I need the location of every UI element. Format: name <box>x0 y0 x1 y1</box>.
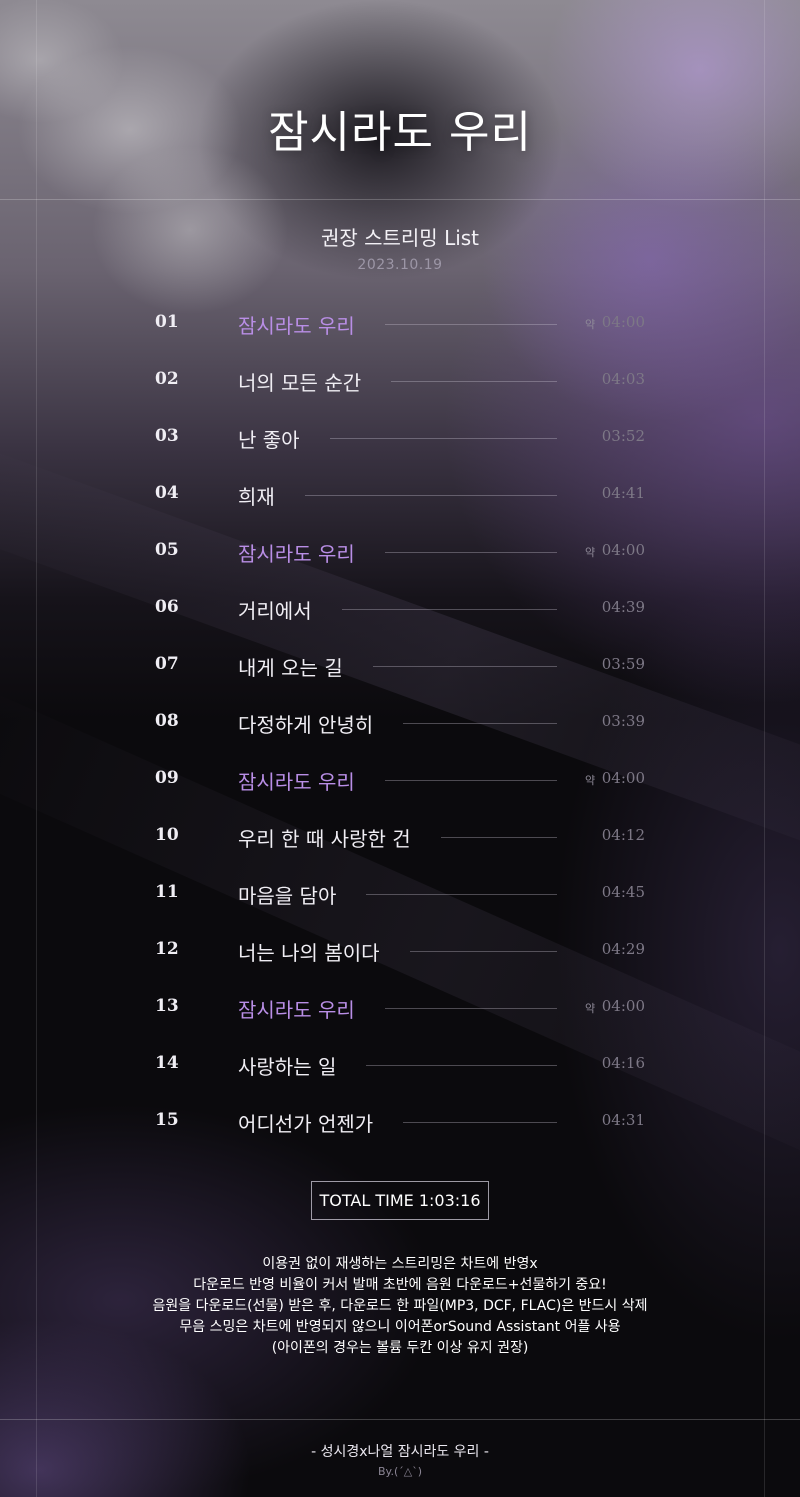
track-row: 07 내게 오는 길 03:59 <box>0 642 800 690</box>
track-row: 06 거리에서 04:39 <box>0 585 800 633</box>
frame-divider-top <box>0 199 800 200</box>
track-duration: 04:31 <box>601 1111 645 1129</box>
track-row: 01 잠시라도 우리 약 04:00 <box>0 300 800 348</box>
track-duration: 04:00 <box>601 313 645 331</box>
track-duration: 04:00 <box>601 541 645 559</box>
page-title: 잠시라도 우리 <box>268 107 532 158</box>
track-title: 희재 <box>238 485 275 509</box>
track-leader-line <box>385 780 557 781</box>
note-line: 다운로드 반영 비율이 커서 발매 초반에 음원 다운로드+선물하기 중요! <box>193 1277 607 1293</box>
track-title: 마음을 담아 <box>238 884 337 908</box>
track-number: 15 <box>155 1110 179 1130</box>
track-leader-line <box>305 495 557 496</box>
track-leader-line <box>366 894 557 895</box>
track-leader-line <box>366 1065 557 1066</box>
track-leader-line <box>403 723 557 724</box>
total-time-box: TOTAL TIME 1:03:16 <box>311 1181 489 1220</box>
track-row: 12 너는 나의 봄이다 04:29 <box>0 927 800 975</box>
note-line: 음원을 다운로드(선물) 받은 후, 다운로드 한 파일(MP3, DCF, F… <box>152 1298 648 1314</box>
track-number: 03 <box>155 426 179 446</box>
track-leader-line <box>410 951 557 952</box>
note-line: 무음 스밍은 차트에 반영되지 않으니 이어폰orSound Assistant… <box>179 1319 621 1335</box>
track-row: 08 다정하게 안녕히 03:39 <box>0 699 800 747</box>
track-title: 잠시라도 우리 <box>238 770 355 794</box>
playlist-date: 2023.10.19 <box>357 257 443 273</box>
track-duration: 03:39 <box>601 712 645 730</box>
track-title: 내게 오는 길 <box>238 656 343 680</box>
track-approx-label: 약 <box>585 546 596 559</box>
track-number: 01 <box>155 312 179 332</box>
track-row: 02 너의 모든 순간 04:03 <box>0 357 800 405</box>
track-duration: 04:00 <box>601 769 645 787</box>
track-title: 난 좋아 <box>238 428 300 452</box>
track-leader-line <box>385 552 557 553</box>
track-row: 11 마음을 담아 04:45 <box>0 870 800 918</box>
track-leader-line <box>391 381 557 382</box>
track-leader-line <box>403 1122 557 1123</box>
track-title: 너는 나의 봄이다 <box>238 941 380 965</box>
track-row: 13 잠시라도 우리 약 04:00 <box>0 984 800 1032</box>
track-number: 12 <box>155 939 179 959</box>
track-leader-line <box>330 438 557 439</box>
note-line: 이용권 없이 재생하는 스트리밍은 차트에 반영x <box>262 1256 538 1272</box>
track-duration: 03:52 <box>601 427 645 445</box>
track-duration: 04:41 <box>601 484 645 502</box>
track-title: 사랑하는 일 <box>238 1055 337 1079</box>
track-number: 09 <box>155 768 179 788</box>
track-duration: 04:03 <box>601 370 645 388</box>
playlist-subtitle: 권장 스트리밍 List <box>320 226 480 250</box>
track-title: 다정하게 안녕히 <box>238 713 374 737</box>
track-row: 03 난 좋아 03:52 <box>0 414 800 462</box>
track-number: 06 <box>155 597 179 617</box>
track-title: 거리에서 <box>238 599 312 623</box>
track-number: 08 <box>155 711 179 731</box>
note-line: (아이폰의 경우는 볼륨 두칸 이상 유지 권장) <box>271 1340 529 1356</box>
footer-divider <box>0 1419 800 1420</box>
track-duration: 04:12 <box>601 826 645 844</box>
track-duration: 04:16 <box>601 1054 645 1072</box>
track-number: 05 <box>155 540 179 560</box>
footer-credit: - 성시경x나얼 잠시라도 우리 - <box>311 1444 489 1460</box>
track-row: 10 우리 한 때 사랑한 건 04:12 <box>0 813 800 861</box>
track-number: 10 <box>155 825 179 845</box>
track-leader-line <box>373 666 557 667</box>
track-leader-line <box>385 324 557 325</box>
track-approx-label: 약 <box>585 774 596 787</box>
track-number: 11 <box>155 882 179 902</box>
track-leader-line <box>385 1008 557 1009</box>
streaming-notes: 이용권 없이 재생하는 스트리밍은 차트에 반영x 다운로드 반영 비율이 커서 … <box>0 1254 800 1359</box>
track-number: 13 <box>155 996 179 1016</box>
track-title: 잠시라도 우리 <box>238 998 355 1022</box>
track-row: 09 잠시라도 우리 약 04:00 <box>0 756 800 804</box>
footer-author: By.(´△`) <box>377 1465 423 1478</box>
track-title: 잠시라도 우리 <box>238 314 355 338</box>
track-title: 우리 한 때 사랑한 건 <box>238 827 411 851</box>
track-row: 04 희재 04:41 <box>0 471 800 519</box>
track-leader-line <box>342 609 557 610</box>
track-approx-label: 약 <box>585 318 596 331</box>
track-duration: 04:00 <box>601 997 645 1015</box>
track-approx-label: 약 <box>585 1002 596 1015</box>
track-number: 14 <box>155 1053 179 1073</box>
track-number: 04 <box>155 483 179 503</box>
track-duration: 04:29 <box>601 940 645 958</box>
track-row: 14 사랑하는 일 04:16 <box>0 1041 800 1089</box>
track-duration: 04:39 <box>601 598 645 616</box>
track-leader-line <box>441 837 557 838</box>
track-title: 너의 모든 순간 <box>238 371 362 395</box>
track-number: 02 <box>155 369 179 389</box>
track-duration: 04:45 <box>601 883 645 901</box>
track-duration: 03:59 <box>601 655 645 673</box>
track-row: 05 잠시라도 우리 약 04:00 <box>0 528 800 576</box>
track-row: 15 어디선가 언젠가 04:31 <box>0 1098 800 1146</box>
track-title: 잠시라도 우리 <box>238 542 355 566</box>
track-title: 어디선가 언젠가 <box>238 1112 374 1136</box>
track-number: 07 <box>155 654 179 674</box>
